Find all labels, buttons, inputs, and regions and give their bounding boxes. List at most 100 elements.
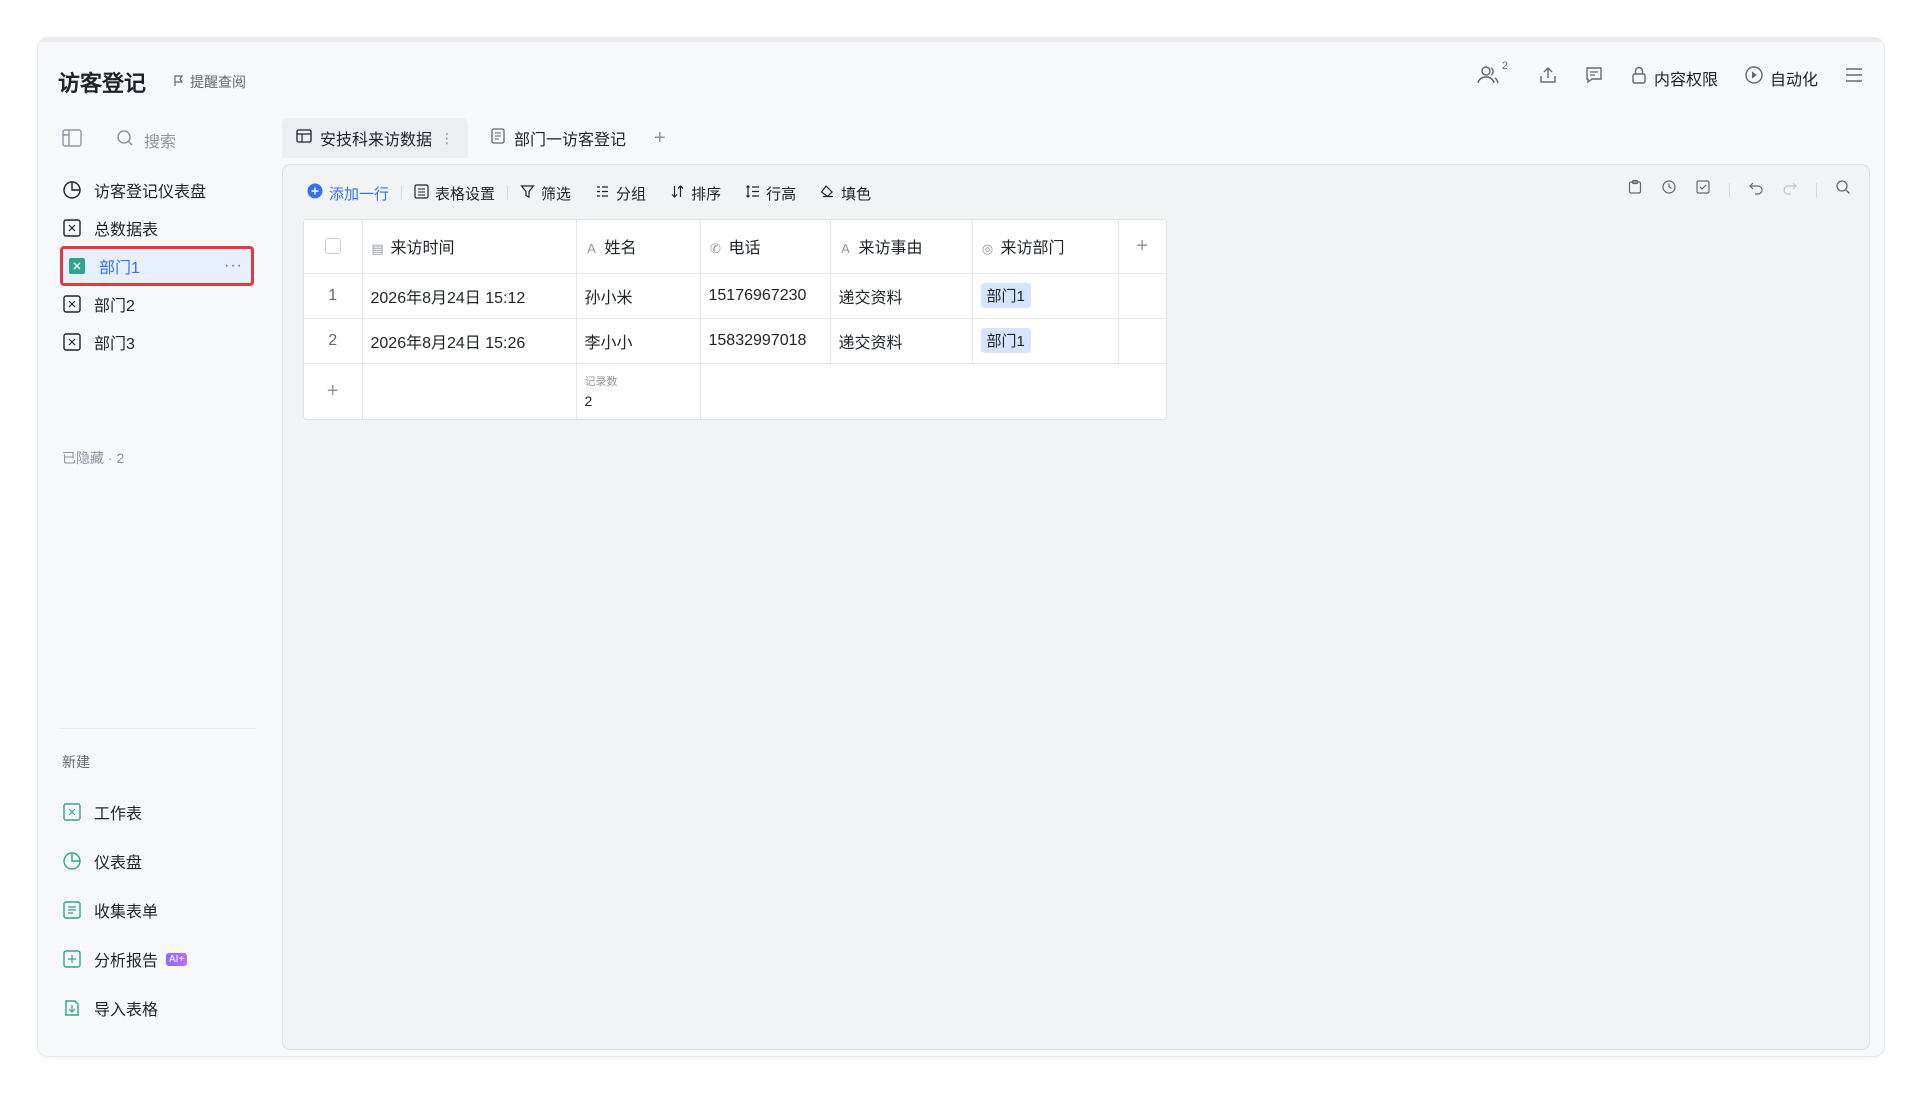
automation-label: 自动化: [1769, 71, 1818, 89]
sheet-icon: [67, 256, 87, 276]
cell-dept[interactable]: 部门1: [972, 273, 1119, 319]
fill-color-button[interactable]: 填色: [808, 179, 883, 207]
column-label: 来访部门: [1000, 240, 1065, 258]
sidebar-divider: [60, 728, 256, 729]
filter-button[interactable]: 筛选: [508, 179, 583, 207]
cell-reason[interactable]: 递交资料: [830, 318, 973, 364]
column-label: 姓名: [604, 240, 637, 258]
filter-label: 筛选: [541, 185, 572, 203]
column-header-reason[interactable]: A 来访事由: [830, 220, 973, 274]
column-header-visit-time[interactable]: ▤ 来访时间: [362, 220, 577, 274]
cell-reason[interactable]: 递交资料: [830, 273, 973, 319]
add-circle-icon: [307, 183, 323, 203]
sidebar-item-label: 访客登记仪表盘: [94, 184, 207, 201]
column-header-name[interactable]: A 姓名: [576, 220, 701, 274]
cell-name[interactable]: 孙小米: [576, 273, 701, 319]
sidebar-toggle-icon[interactable]: [62, 128, 82, 152]
column-header-dept[interactable]: ◎ 来访部门: [972, 220, 1119, 274]
paint-bucket-icon: [820, 184, 835, 203]
grid-view-icon: [296, 128, 312, 149]
select-field-icon: ◎: [981, 241, 994, 257]
cell-phone[interactable]: 15176967230: [700, 273, 831, 319]
sort-button[interactable]: 排序: [658, 179, 733, 207]
clipboard-icon[interactable]: [1627, 179, 1643, 200]
add-column-button[interactable]: +: [1118, 220, 1166, 274]
ai-badge: AI+: [166, 952, 188, 966]
group-button[interactable]: 分组: [583, 179, 658, 207]
select-all-checkbox[interactable]: [324, 238, 341, 255]
import-table-button[interactable]: 导入表格: [62, 990, 256, 1026]
search-placeholder: 搜索: [144, 134, 177, 151]
sidebar-item-all-data[interactable]: 总数据表: [62, 210, 256, 246]
footer-row: + 记录数 2: [304, 363, 1166, 419]
sidebar-item-dept3[interactable]: 部门3: [62, 324, 256, 360]
table-row[interactable]: 2 2026年8月24日 15:26 李小小 15832997018 递交资料 …: [304, 318, 1166, 364]
view-tabs: 安技科来访数据 ⋮ 部门一访客登记 +: [282, 118, 672, 158]
history-icon[interactable]: [1661, 179, 1677, 200]
search-icon[interactable]: [1835, 179, 1851, 200]
share-button[interactable]: [1538, 65, 1558, 90]
collaborators-button[interactable]: 2: [1476, 60, 1512, 91]
cell-visit-time[interactable]: 2026年8月24日 15:26: [362, 318, 577, 364]
row-index: 1: [304, 273, 363, 319]
fill-color-label: 填色: [841, 185, 872, 203]
column-label: 电话: [728, 240, 761, 258]
sidebar-item-dept1[interactable]: 部门1 ···: [60, 246, 254, 286]
app-window: 访客登记 提醒查阅 2 内容权限 自动化 搜索 访客登记仪表盘 总数据表 部门1…: [38, 38, 1884, 1056]
sidebar-item-label: 部门1: [99, 260, 140, 277]
tab-label: 部门一访客登记: [514, 132, 627, 149]
form-view-icon: [490, 127, 506, 149]
tab-more-icon[interactable]: ⋮: [440, 130, 454, 147]
group-label: 分组: [616, 185, 647, 203]
undo-icon[interactable]: [1748, 179, 1764, 200]
flag-icon: [172, 74, 186, 91]
date-field-icon: ▤: [371, 241, 384, 257]
remind-button[interactable]: 提醒查阅: [172, 72, 246, 92]
more-icon[interactable]: ···: [224, 257, 243, 275]
cell-visit-time[interactable]: 2026年8月24日 15:12: [362, 273, 577, 319]
new-item-label: 分析报告: [94, 953, 159, 970]
redo-icon[interactable]: [1782, 179, 1798, 200]
sidebar-search[interactable]: 搜索: [116, 128, 176, 152]
table-row[interactable]: 1 2026年8月24日 15:12 孙小米 15176967230 递交资料 …: [304, 273, 1166, 319]
sidebar-item-dept2[interactable]: 部门2: [62, 286, 256, 322]
add-row-plus[interactable]: +: [304, 363, 363, 419]
dept-tag: 部门1: [980, 328, 1031, 353]
automation-button[interactable]: 自动化: [1744, 65, 1818, 90]
tab-form-view[interactable]: 部门一访客登记: [476, 118, 640, 158]
toolbar-divider: [1729, 182, 1730, 197]
check-doc-icon[interactable]: [1695, 179, 1711, 200]
sidebar-item-label: 总数据表: [94, 222, 159, 239]
comment-button[interactable]: [1584, 65, 1604, 90]
text-field-icon: A: [841, 241, 850, 257]
row-index: 2: [304, 318, 363, 364]
menu-button[interactable]: [1844, 66, 1864, 89]
content-permission-button[interactable]: 内容权限: [1630, 65, 1718, 90]
record-count-cell[interactable]: 记录数 2: [576, 363, 701, 419]
new-form-button[interactable]: 收集表单: [62, 892, 256, 928]
add-row-button[interactable]: 添加一行: [307, 179, 401, 207]
header-actions: 2 内容权限 自动化: [1476, 60, 1864, 91]
sidebar-item-dashboard[interactable]: 访客登记仪表盘: [62, 172, 256, 208]
form-icon: [62, 900, 82, 920]
footer-cell: [700, 363, 1166, 419]
select-all-cell[interactable]: [304, 220, 363, 274]
add-view-button[interactable]: +: [648, 127, 672, 150]
cell-phone[interactable]: 15832997018: [700, 318, 831, 364]
new-dashboard-icon: [62, 851, 82, 871]
cell-name[interactable]: 李小小: [576, 318, 701, 364]
toolbar-right: [1627, 179, 1851, 200]
cell-dept[interactable]: 部门1: [972, 318, 1119, 364]
tab-grid-view[interactable]: 安技科来访数据 ⋮: [282, 118, 469, 158]
column-header-phone[interactable]: ✆ 电话: [700, 220, 831, 274]
new-sheet-button[interactable]: 工作表: [62, 794, 256, 830]
hidden-items-toggle[interactable]: 已隐藏 · 2: [62, 448, 124, 468]
new-dashboard-button[interactable]: 仪表盘: [62, 843, 256, 879]
new-section-label: 新建: [62, 754, 90, 770]
row-height-button[interactable]: 行高: [733, 179, 808, 207]
report-icon: [62, 949, 82, 969]
filter-icon: [520, 184, 535, 203]
table-settings-button[interactable]: 表格设置: [402, 179, 507, 207]
collaborator-count: 2: [1501, 59, 1508, 72]
new-report-button[interactable]: 分析报告 AI+: [62, 941, 256, 977]
